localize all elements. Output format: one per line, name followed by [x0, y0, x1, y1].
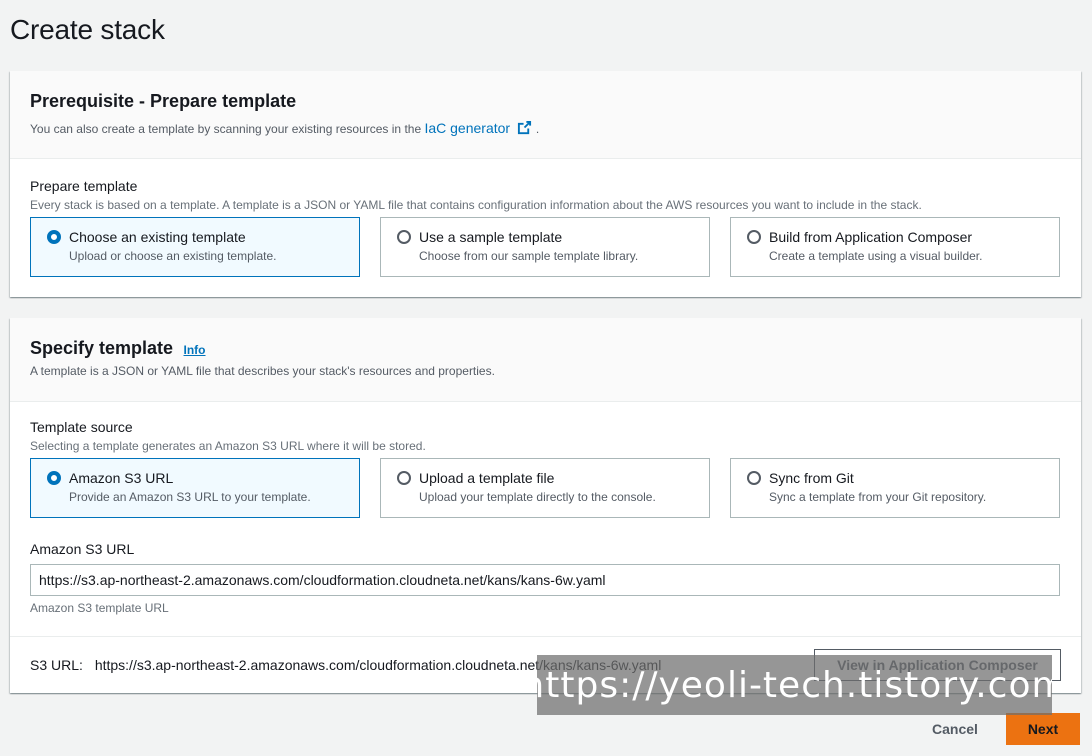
iac-generator-link-label: IaC generator [424, 120, 511, 136]
external-link-icon [517, 120, 532, 135]
option-amazon-s3-url[interactable]: Amazon S3 URL Provide an Amazon S3 URL t… [30, 458, 360, 518]
option-description: Sync a template from your Git repository… [769, 490, 987, 504]
prerequisite-header: Prerequisite - Prepare template You can … [10, 71, 1081, 159]
option-title: Amazon S3 URL [69, 470, 174, 486]
option-description: Provide an Amazon S3 URL to your templat… [69, 490, 311, 504]
option-build-from-application-composer[interactable]: Build from Application Composer Create a… [730, 217, 1060, 277]
iac-generator-link[interactable]: IaC generator [424, 120, 535, 136]
option-description: Create a template using a visual builder… [769, 249, 983, 263]
option-description: Choose from our sample template library. [419, 249, 639, 263]
prepare-template-options: Choose an existing template Upload or ch… [30, 217, 1060, 277]
option-sync-from-git[interactable]: Sync from Git Sync a template from your … [730, 458, 1060, 518]
radio-selected[interactable] [47, 471, 61, 485]
cancel-button[interactable]: Cancel [920, 713, 990, 745]
specify-template-title: Specify template [30, 338, 174, 358]
option-description: Upload or choose an existing template. [69, 249, 277, 263]
prerequisite-panel: Prerequisite - Prepare template You can … [10, 71, 1081, 297]
amazon-s3-url-hint: Amazon S3 template URL [30, 601, 169, 615]
s3-url-summary-label: S3 URL: [30, 657, 83, 673]
option-title: Choose an existing template [69, 229, 246, 245]
specify-template-panel: Specify template Info A template is a JS… [10, 318, 1081, 693]
specify-template-header: Specify template Info A template is a JS… [10, 318, 1081, 402]
prerequisite-description-prefix: You can also create a template by scanni… [30, 122, 422, 136]
option-upload-template-file[interactable]: Upload a template file Upload your templ… [380, 458, 710, 518]
radio-unselected[interactable] [397, 230, 411, 244]
radio-unselected[interactable] [397, 471, 411, 485]
info-link[interactable]: Info [184, 343, 206, 357]
option-title: Use a sample template [419, 229, 563, 245]
amazon-s3-url-label: Amazon S3 URL [30, 541, 135, 557]
option-choose-existing-template[interactable]: Choose an existing template Upload or ch… [30, 217, 360, 277]
next-button[interactable]: Next [1006, 713, 1080, 745]
option-use-sample-template[interactable]: Use a sample template Choose from our sa… [380, 217, 710, 277]
prerequisite-title: Prerequisite - Prepare template [30, 91, 297, 111]
radio-unselected[interactable] [747, 230, 761, 244]
watermark: https://yeoli-tech.tistory.com [537, 655, 1052, 715]
amazon-s3-url-input[interactable] [30, 564, 1060, 596]
radio-selected[interactable] [47, 230, 61, 244]
option-description: Upload your template directly to the con… [419, 490, 656, 504]
template-source-description: Selecting a template generates an Amazon… [30, 439, 426, 453]
specify-template-description: A template is a JSON or YAML file that d… [30, 364, 495, 378]
option-title: Sync from Git [769, 470, 854, 486]
prepare-template-label: Prepare template [30, 178, 138, 194]
template-source-label: Template source [30, 419, 133, 435]
option-title: Upload a template file [419, 470, 555, 486]
option-title: Build from Application Composer [769, 229, 973, 245]
prerequisite-description-suffix: . [535, 122, 540, 136]
prerequisite-description: You can also create a template by scanni… [30, 120, 539, 136]
page-title: Create stack [10, 14, 165, 45]
specify-template-title-row: Specify template Info [30, 338, 206, 359]
radio-unselected[interactable] [747, 471, 761, 485]
template-source-options: Amazon S3 URL Provide an Amazon S3 URL t… [30, 458, 1060, 518]
divider [10, 636, 1081, 637]
prepare-template-description: Every stack is based on a template. A te… [30, 198, 922, 212]
